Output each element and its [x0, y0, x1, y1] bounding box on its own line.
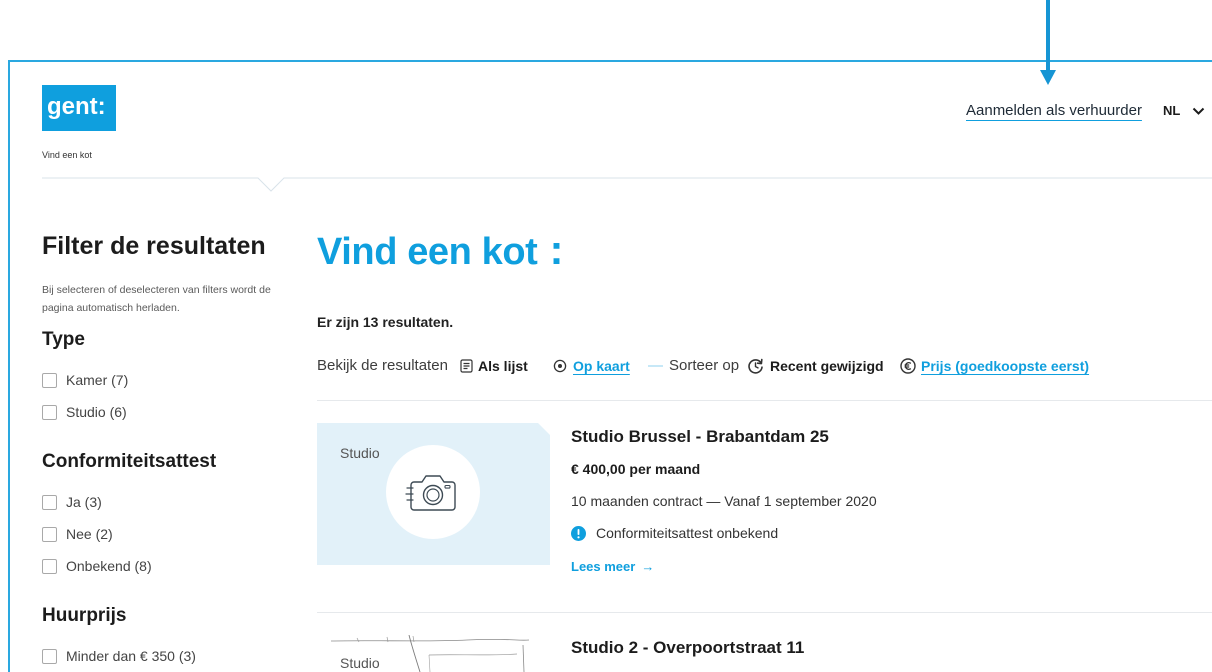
camera-icon — [386, 445, 480, 539]
filter-group-conformiteitsattest: Conformiteitsattest Ja (3) Nee (2) Onbek… — [42, 452, 302, 582]
listing-image[interactable]: Studio — [317, 423, 550, 565]
read-more-link[interactable]: Lees meer → — [571, 557, 654, 577]
alert-icon — [571, 525, 586, 541]
recent-icon[interactable] — [747, 358, 765, 374]
toolbar-separator: — — [648, 357, 663, 374]
checkbox[interactable] — [42, 648, 57, 664]
listing-type-label: Studio — [340, 655, 380, 671]
filter-group-title: Huurprijs — [42, 605, 127, 626]
chevron-down-icon — [1192, 107, 1205, 116]
filter-option-ja[interactable]: Ja (3) — [42, 486, 302, 518]
checkbox[interactable] — [42, 558, 57, 574]
site-name: Vind een kot — [42, 150, 92, 160]
listing-title[interactable]: Studio Brussel - Brabantdam 25 — [571, 427, 829, 447]
header-divider — [42, 177, 1212, 192]
checkbox[interactable] — [42, 494, 57, 510]
location-icon[interactable] — [553, 359, 567, 373]
language-label: NL — [1163, 103, 1181, 118]
checkbox[interactable] — [42, 526, 57, 542]
filter-note: Bij selecteren of deselecteren van filte… — [42, 284, 271, 314]
filter-option-label: Kamer (7) — [66, 372, 129, 388]
results-toolbar: Bekijk de resultaten Als lijst Op kaart … — [317, 356, 1097, 376]
listing-attest: Conformiteitsattest onbekend — [571, 523, 778, 543]
view-label: Bekijk de resultaten — [317, 357, 448, 374]
filter-option-label: Studio (6) — [66, 404, 127, 420]
sort-price-link[interactable]: Prijs (goedkoopste eerst) — [921, 356, 1089, 376]
listing-image[interactable]: Studio — [317, 635, 550, 672]
list-icon[interactable] — [460, 359, 473, 373]
listing-contract: 10 maanden contract — Vanaf 1 september … — [571, 493, 877, 509]
filter-groups: Type Kamer (7) Studio (6) Conformiteitsa… — [42, 330, 302, 672]
listing-price: € 400,00 per maand — [571, 461, 701, 477]
sort-label: Sorteer op — [669, 357, 740, 374]
filter-option-studio[interactable]: Studio (6) — [42, 396, 302, 428]
filter-group-title: Conformiteitsattest — [42, 451, 217, 472]
euro-icon[interactable] — [900, 358, 916, 374]
page-title: Vind een kot: — [317, 227, 563, 275]
annotation-arrow-head — [1040, 70, 1056, 85]
gent-logo[interactable]: gent: — [42, 85, 116, 131]
checkbox[interactable] — [42, 372, 57, 388]
results-divider — [317, 400, 1212, 401]
annotation-arrow-shaft — [1046, 0, 1050, 72]
checkbox[interactable] — [42, 404, 57, 420]
read-more-label: Lees meer — [571, 559, 636, 574]
page-title-text: Vind een kot — [317, 231, 538, 273]
sort-recent-button[interactable]: Recent gewijzigd — [770, 356, 884, 376]
filter-option-label: Onbekend (8) — [66, 558, 152, 574]
filter-option-label: Ja (3) — [66, 494, 102, 510]
filter-option-minder-dan-350[interactable]: Minder dan € 350 (3) — [42, 640, 302, 672]
filter-option-label: Minder dan € 350 (3) — [66, 648, 196, 664]
brand-colon: : — [549, 226, 564, 273]
filter-option-label: Nee (2) — [66, 526, 113, 542]
arrow-right-icon: → — [641, 559, 655, 574]
filter-option-onbekend[interactable]: Onbekend (8) — [42, 550, 302, 582]
filter-group-huurprijs: Huurprijs Minder dan € 350 (3) — [42, 606, 302, 672]
listing-card: Studio Studio Brussel - Brabantdam 25 € … — [317, 423, 1212, 593]
listing-card: Studio Studio 2 - Overpoortstraat 11 — [317, 635, 1212, 672]
filter-option-nee[interactable]: Nee (2) — [42, 518, 302, 550]
results-count: Er zijn 13 resultaten. — [317, 314, 454, 330]
listing-attest-text: Conformiteitsattest onbekend — [596, 525, 779, 541]
view-list-button[interactable]: Als lijst — [478, 356, 528, 376]
view-map-link[interactable]: Op kaart — [573, 356, 630, 376]
filter-group-type: Type Kamer (7) Studio (6) — [42, 330, 302, 428]
login-landlord-link[interactable]: Aanmelden als verhuurder — [966, 102, 1142, 120]
listing-title[interactable]: Studio 2 - Overpoortstraat 11 — [571, 638, 804, 658]
listing-type-label: Studio — [340, 445, 380, 461]
filter-title: Filter de resultaten — [42, 232, 266, 260]
results-divider — [317, 612, 1212, 613]
language-selector[interactable]: NL — [1163, 102, 1205, 120]
filter-group-title: Type — [42, 329, 85, 350]
filter-option-kamer[interactable]: Kamer (7) — [42, 364, 302, 396]
